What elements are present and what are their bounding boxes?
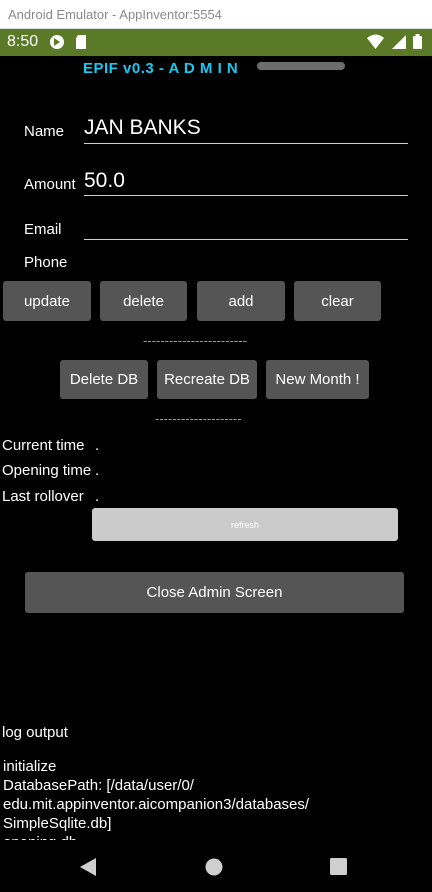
status-time: 8:50 [7,33,39,50]
back-icon[interactable] [80,858,97,881]
recents-icon[interactable] [330,858,347,880]
name-field-underline [84,143,408,144]
name-label: Name [24,123,65,140]
amount-field-underline [84,195,408,196]
android-status-bar: 8:50 [0,29,432,56]
log-output-text: initialize DatabasePath: [/data/user/0/ … [3,758,310,840]
log-output-label: log output [2,724,68,741]
current-time-label: Current time [2,437,85,454]
separator-2: -------------------- [155,411,242,426]
opening-time-label: Opening time [2,462,92,479]
app-notification-icon [49,34,65,55]
email-field-underline [84,239,408,240]
opening-time-value: . [95,462,100,479]
clear-button[interactable]: clear [294,281,381,321]
delete-button[interactable]: delete [100,281,187,321]
update-button[interactable]: update [3,281,91,321]
amount-label: Amount [24,176,76,193]
last-rollover-value: . [95,488,100,505]
home-icon[interactable] [205,858,223,881]
amount-field[interactable]: 50.0 [84,169,125,193]
add-button[interactable]: add [197,281,285,321]
scroll-handle[interactable] [257,62,345,70]
emulator-window-title: Android Emulator - AppInventor:5554 [0,0,432,29]
refresh-button[interactable]: refresh [92,508,398,541]
close-admin-screen-button[interactable]: Close Admin Screen [25,572,404,613]
email-label: Email [24,221,62,238]
name-field[interactable]: JAN BANKS [84,116,201,140]
wifi-icon [364,34,388,51]
sd-card-icon [75,34,87,55]
phone-label: Phone [24,254,68,271]
app-title: EPIF v0.3 - A D M I N [83,60,239,77]
recreate-db-button[interactable]: Recreate DB [157,360,257,399]
separator-1: ------------------------ [143,333,247,348]
new-month-button[interactable]: New Month ! [266,360,369,399]
last-rollover-label: Last rollover [2,488,84,505]
cell-signal-icon [389,34,410,51]
battery-icon [410,34,422,51]
android-navigation-bar [0,841,432,892]
delete-db-button[interactable]: Delete DB [60,360,148,399]
current-time-value: . [95,437,100,454]
